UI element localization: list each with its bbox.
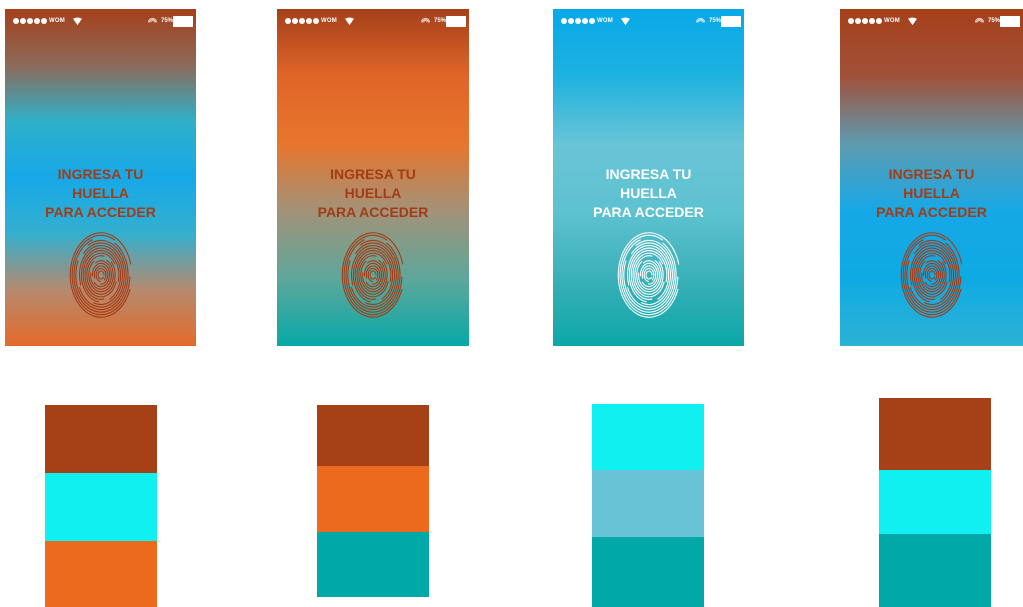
- palette-3-swatch-2: [592, 470, 704, 537]
- palette-4-swatch-3: [879, 534, 991, 607]
- prompt-line-2: HUELLA: [72, 185, 129, 201]
- battery-percent: 75%: [709, 18, 722, 24]
- palette-1-swatch-2: [45, 473, 157, 541]
- prompt-line-1: INGRESA TU: [605, 166, 692, 182]
- battery-icon: [1000, 16, 1020, 27]
- wifi-icon: [621, 17, 630, 26]
- fingerprint-prompt: INGRESA TU HUELLA PARA ACCEDER: [553, 165, 744, 222]
- status-bar: WOM 75%: [5, 16, 196, 29]
- status-bar: WOM 75%: [553, 16, 744, 29]
- prompt-line-3: PARA ACCEDER: [593, 204, 704, 220]
- prompt-line-3: PARA ACCEDER: [876, 204, 987, 220]
- fingerprint-status-icon: [696, 17, 705, 23]
- prompt-line-3: PARA ACCEDER: [45, 204, 156, 220]
- fingerprint-icon[interactable]: [617, 229, 681, 324]
- prompt-line-2: HUELLA: [344, 185, 402, 201]
- carrier-label: WOM: [321, 18, 337, 24]
- palette-4-swatch-2: [879, 470, 991, 534]
- palette-2-swatch-2: [317, 466, 429, 532]
- signal-dots-icon: [561, 18, 595, 24]
- status-bar: WOM 75%: [277, 16, 469, 29]
- wifi-icon: [345, 17, 354, 26]
- status-bar: WOM 75%: [840, 16, 1023, 29]
- fingerprint-status-icon: [148, 17, 157, 23]
- fingerprint-icon[interactable]: [69, 229, 133, 324]
- wifi-icon: [908, 17, 917, 26]
- signal-dots-icon: [13, 18, 47, 24]
- prompt-line-1: INGRESA TU: [57, 166, 144, 182]
- palette-2-swatch-1: [317, 405, 429, 466]
- carrier-label: WOM: [884, 18, 900, 24]
- palette-3-swatch-1: [592, 404, 704, 470]
- palette-4-swatch-1: [879, 398, 991, 470]
- phone-screen-1: WOM 75% INGRESA TU HUELLA PARA ACCEDER: [5, 9, 196, 346]
- phone-screen-3: WOM 75% INGRESA TU HUELLA PARA ACCEDER: [553, 9, 744, 346]
- battery-icon: [173, 16, 193, 27]
- prompt-line-1: INGRESA TU: [888, 166, 975, 182]
- battery-percent: 75%: [434, 18, 447, 24]
- signal-dots-icon: [285, 18, 319, 24]
- phone-screen-2: WOM 75% INGRESA TU HUELLA PARA ACCEDER: [277, 9, 469, 346]
- battery-icon: [721, 16, 741, 27]
- carrier-label: WOM: [597, 18, 613, 24]
- fingerprint-icon[interactable]: [900, 229, 964, 324]
- signal-dots-icon: [848, 18, 882, 24]
- carrier-label: WOM: [49, 18, 65, 24]
- palette-1-swatch-1: [45, 405, 157, 473]
- palette-2-swatch-3: [317, 532, 429, 597]
- battery-icon: [446, 16, 466, 27]
- fingerprint-status-icon: [421, 17, 430, 23]
- battery-percent: 75%: [161, 18, 174, 24]
- battery-percent: 75%: [988, 18, 1001, 24]
- prompt-line-3: PARA ACCEDER: [317, 204, 429, 220]
- fingerprint-prompt: INGRESA TU HUELLA PARA ACCEDER: [277, 165, 469, 222]
- fingerprint-prompt: INGRESA TU HUELLA PARA ACCEDER: [5, 165, 196, 222]
- palette-1-swatch-3: [45, 541, 157, 607]
- fingerprint-icon[interactable]: [341, 229, 405, 324]
- wifi-icon: [73, 17, 82, 26]
- phone-screen-4: WOM 75% INGRESA TU HUELLA PARA ACCEDER: [840, 9, 1023, 346]
- prompt-line-2: HUELLA: [903, 185, 960, 201]
- prompt-line-1: INGRESA TU: [330, 166, 416, 182]
- fingerprint-prompt: INGRESA TU HUELLA PARA ACCEDER: [840, 165, 1023, 222]
- fingerprint-status-icon: [975, 17, 984, 23]
- prompt-line-2: HUELLA: [620, 185, 677, 201]
- palette-3-swatch-3: [592, 537, 704, 607]
